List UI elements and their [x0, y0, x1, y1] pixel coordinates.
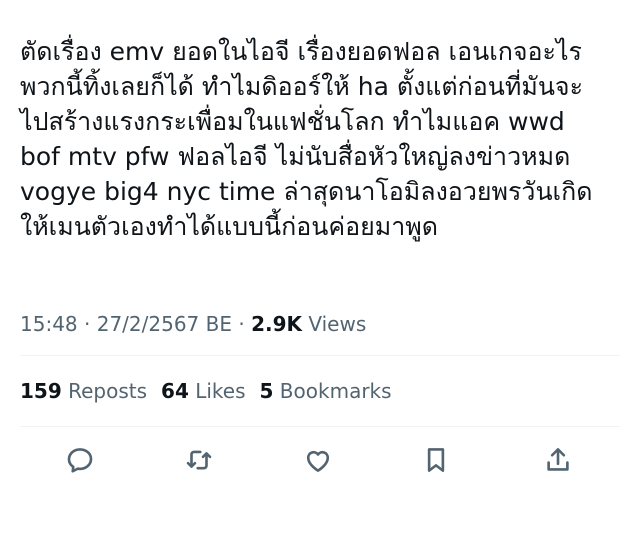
reply-button[interactable]: [60, 440, 100, 480]
tweet-text-line: ไปสร้างแรงกระเพื่อมในแฟชั่นโลก ทำไมแอค w…: [20, 107, 565, 136]
bookmarks-stat[interactable]: 5 Bookmarks: [260, 376, 392, 406]
tweet-text-line: vogye big4 nyc time ล่าสุดนาโอมิลงอวยพรว…: [20, 177, 593, 206]
share-icon: [547, 448, 569, 471]
tweet-text: ตัดเรื่อง emv ยอดในไอจี เรื่องยอดฟอล เอน…: [20, 34, 626, 244]
like-button[interactable]: [298, 440, 338, 480]
tweet-text-line: พวกนี้ทิ้งเลยก็ได้ ทำไมดิออร์ให้ ha ตั้ง…: [20, 72, 584, 101]
reply-icon: [67, 448, 93, 473]
likes-label: Likes: [188, 379, 246, 403]
action-bar: [0, 440, 640, 480]
meta-separator: ·: [77, 312, 97, 336]
reposts-label: Reposts: [61, 379, 148, 403]
meta-separator: ·: [231, 312, 252, 336]
reposts-count: 159: [20, 379, 62, 403]
divider: [20, 355, 620, 356]
tweet-meta: 15:48 · 27/2/2567 BE · 2.9K Views: [20, 309, 366, 339]
views-count: 2.9K: [251, 312, 302, 336]
tweet-text-line: ตัดเรื่อง emv ยอดในไอจี เรื่องยอดฟอล เอน…: [20, 37, 582, 66]
tweet-time[interactable]: 15:48: [20, 312, 78, 336]
bookmarks-label: Bookmarks: [273, 379, 392, 403]
tweet-text-line: bof mtv pfw ฟอลไอจี ไม่นับสื่อหัวใหญ่ลงข…: [20, 142, 571, 171]
tweet-date[interactable]: 27/2/2567 BE: [97, 312, 232, 336]
bookmarks-count: 5: [259, 379, 274, 403]
likes-count: 64: [161, 379, 189, 403]
views-label: Views: [302, 312, 367, 336]
divider: [20, 426, 620, 427]
like-icon: [306, 450, 330, 472]
repost-button[interactable]: [179, 440, 219, 480]
tweet-detail: ตัดเรื่อง emv ยอดในไอจี เรื่องยอดฟอล เอน…: [0, 0, 640, 535]
likes-stat[interactable]: 64 Likes: [161, 376, 246, 406]
bookmark-button[interactable]: [416, 440, 456, 480]
share-button[interactable]: [538, 440, 578, 480]
engagement-stats: 159 Reposts 64 Likes 5 Bookmarks: [20, 376, 406, 406]
repost-icon: [186, 450, 212, 470]
tweet-text-line: ให้เมนตัวเองทำได้แบบนี้ก่อนค่อยมาพูด: [20, 212, 438, 241]
bookmark-icon: [427, 448, 445, 472]
reposts-stat[interactable]: 159 Reposts: [20, 376, 147, 406]
